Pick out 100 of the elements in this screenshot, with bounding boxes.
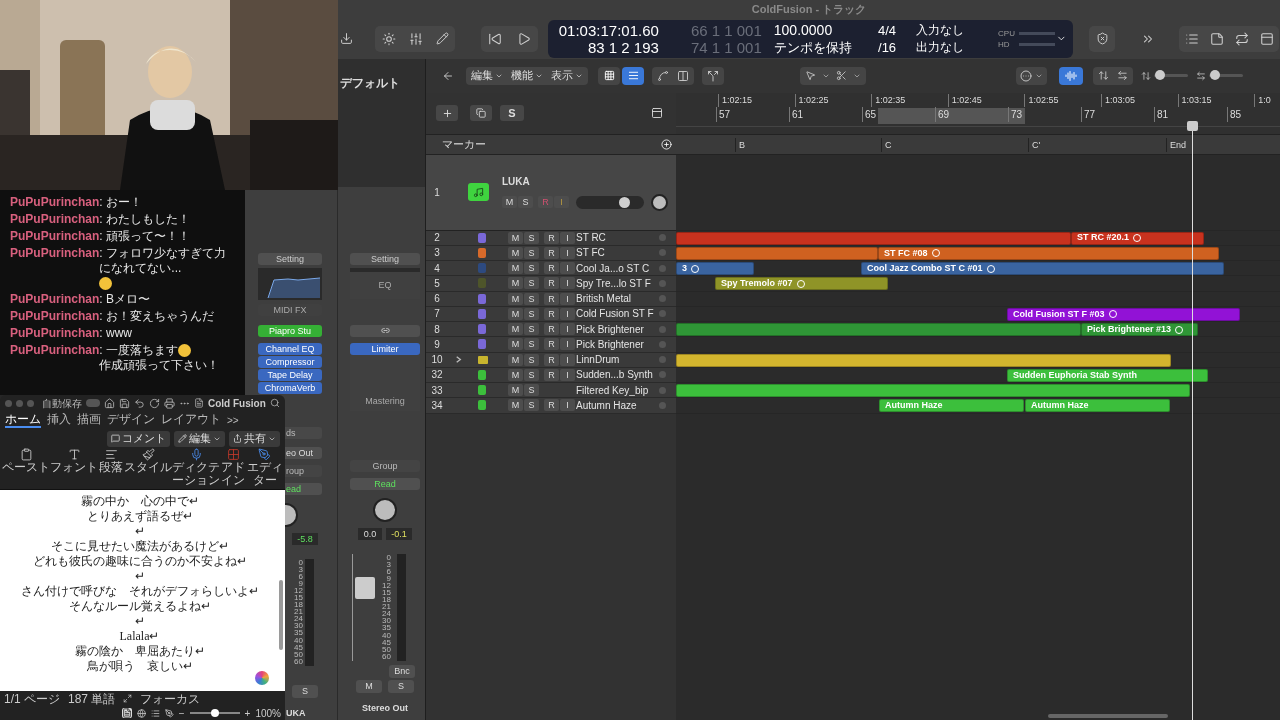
track-button[interactable]: R bbox=[544, 262, 559, 275]
track-button[interactable]: M bbox=[508, 353, 523, 366]
track-button[interactable]: I bbox=[560, 246, 575, 259]
plugin-slot[interactable]: Limiter bbox=[350, 342, 420, 355]
ribbon-button[interactable]: ディクテーション bbox=[172, 448, 220, 487]
track-region[interactable]: Pick Brightener #13 bbox=[1081, 323, 1198, 336]
mixer-icon[interactable] bbox=[408, 31, 423, 46]
autosave-toggle[interactable] bbox=[86, 399, 100, 407]
ribbon-action-button[interactable]: 共有 bbox=[229, 430, 280, 447]
web-layout-icon[interactable] bbox=[136, 708, 146, 718]
track-button[interactable]: S bbox=[524, 338, 539, 351]
track-button[interactable]: R bbox=[544, 399, 559, 412]
pan-knob[interactable] bbox=[285, 502, 298, 527]
bounce-button[interactable]: Bnc bbox=[389, 664, 415, 678]
slider-thumb[interactable] bbox=[1155, 70, 1166, 80]
track-button[interactable]: R bbox=[544, 246, 559, 259]
track-button[interactable]: R bbox=[544, 353, 559, 366]
ribbon-tab[interactable]: 挿入 bbox=[47, 412, 71, 428]
vertical-zoom-icon[interactable] bbox=[1141, 70, 1151, 81]
snap-icon[interactable] bbox=[1020, 69, 1032, 82]
sends-button[interactable]: ds bbox=[285, 426, 322, 439]
solo-button[interactable]: S bbox=[388, 679, 414, 693]
automation-button[interactable]: ead bbox=[285, 482, 322, 495]
list-view-button[interactable] bbox=[622, 66, 644, 85]
track-button[interactable]: M bbox=[502, 196, 517, 208]
track-button[interactable]: S bbox=[524, 399, 539, 412]
grid-view-button[interactable] bbox=[598, 66, 620, 85]
save-icon[interactable] bbox=[119, 397, 130, 409]
track-button[interactable]: M bbox=[508, 384, 523, 397]
fit-vertical-icon[interactable] bbox=[1098, 70, 1109, 81]
track-button[interactable]: M bbox=[508, 277, 523, 290]
track-button[interactable]: M bbox=[508, 262, 523, 275]
track-button[interactable]: S bbox=[524, 231, 539, 244]
ribbon-tab[interactable]: レイアウト bbox=[161, 412, 221, 428]
track-button[interactable]: M bbox=[508, 399, 523, 412]
track-button[interactable]: M bbox=[508, 292, 523, 305]
track-button[interactable]: I bbox=[560, 277, 575, 290]
plugin-slot[interactable]: Channel EQ bbox=[258, 342, 322, 355]
focus-button[interactable]: フォーカス bbox=[140, 689, 201, 708]
output-button[interactable]: eo Out bbox=[285, 446, 322, 459]
ribbon-tab[interactable]: デザイン bbox=[107, 412, 155, 428]
track-button[interactable]: I bbox=[560, 323, 575, 336]
add-marker-icon[interactable] bbox=[661, 138, 672, 150]
home-icon[interactable] bbox=[104, 397, 115, 409]
track-button[interactable]: I bbox=[560, 353, 575, 366]
track-button[interactable]: S bbox=[524, 323, 539, 336]
plugin-slot[interactable]: ChromaVerb bbox=[258, 381, 322, 394]
plugin-slot[interactable]: Tape Delay bbox=[258, 368, 322, 381]
link-button[interactable] bbox=[350, 324, 420, 337]
scissors-icon[interactable] bbox=[836, 70, 847, 81]
global-solo-button[interactable]: S bbox=[500, 105, 524, 121]
track-button[interactable]: S bbox=[524, 292, 539, 305]
focus-icon[interactable] bbox=[123, 694, 133, 703]
ribbon-tab[interactable]: ホーム bbox=[5, 412, 41, 428]
track-button[interactable]: R bbox=[544, 338, 559, 351]
track-button[interactable]: I bbox=[560, 368, 575, 381]
track-button[interactable]: S bbox=[524, 384, 539, 397]
track-button[interactable]: S bbox=[524, 368, 539, 381]
curve-icon[interactable] bbox=[657, 69, 669, 82]
track-button[interactable]: M bbox=[508, 338, 523, 351]
pan-knob[interactable] bbox=[651, 193, 668, 211]
ribbon-button[interactable]: フォント bbox=[50, 448, 98, 474]
duplicate-track-button[interactable] bbox=[470, 105, 492, 121]
mute-button[interactable]: M bbox=[356, 679, 382, 693]
zoom-slider-thumb[interactable] bbox=[210, 709, 219, 717]
setting-button[interactable]: Setting bbox=[350, 252, 420, 265]
track-button[interactable]: R bbox=[544, 292, 559, 305]
pointer-icon[interactable] bbox=[805, 70, 816, 81]
ribbon-button[interactable]: 段落 bbox=[98, 448, 124, 474]
play-icon[interactable] bbox=[516, 31, 531, 46]
fit-horizontal-icon[interactable] bbox=[1117, 70, 1128, 81]
ribbon-action-button[interactable]: 編集 bbox=[174, 430, 225, 447]
track-button[interactable]: R bbox=[544, 277, 559, 290]
split-icon[interactable] bbox=[707, 69, 719, 82]
track-region[interactable]: ST FC #08 bbox=[878, 246, 1219, 260]
group-button[interactable]: roup bbox=[285, 464, 322, 477]
playhead[interactable] bbox=[1187, 120, 1198, 720]
ribbon-button[interactable]: ペースト bbox=[2, 448, 50, 474]
copilot-icon[interactable] bbox=[255, 671, 269, 685]
track-button[interactable]: I bbox=[560, 307, 575, 320]
track-button[interactable]: S bbox=[524, 353, 539, 366]
chevron-right-icon[interactable] bbox=[454, 355, 463, 365]
print-icon[interactable] bbox=[164, 397, 175, 409]
print-layout-icon[interactable] bbox=[121, 708, 132, 718]
track-button[interactable]: R bbox=[544, 231, 559, 244]
plugin-slot[interactable]: Compressor bbox=[258, 355, 322, 368]
track-button[interactable]: M bbox=[508, 231, 523, 244]
track-button[interactable]: M bbox=[508, 323, 523, 336]
track-button[interactable]: M bbox=[508, 368, 523, 381]
ribbon-button[interactable]: エディター bbox=[246, 448, 283, 487]
browser-icon[interactable] bbox=[1259, 31, 1274, 46]
undo-icon[interactable] bbox=[134, 397, 145, 409]
list-icon[interactable] bbox=[1184, 31, 1199, 46]
volume-slider-thumb[interactable] bbox=[618, 196, 630, 208]
pan-knob[interactable] bbox=[373, 497, 397, 522]
track-button[interactable]: S bbox=[518, 196, 533, 208]
track-button[interactable]: M bbox=[508, 246, 523, 259]
ribbon-tab[interactable]: 描画 bbox=[77, 412, 101, 428]
horizontal-zoom-icon[interactable] bbox=[1196, 70, 1206, 81]
automation-button[interactable]: Read bbox=[350, 477, 420, 490]
